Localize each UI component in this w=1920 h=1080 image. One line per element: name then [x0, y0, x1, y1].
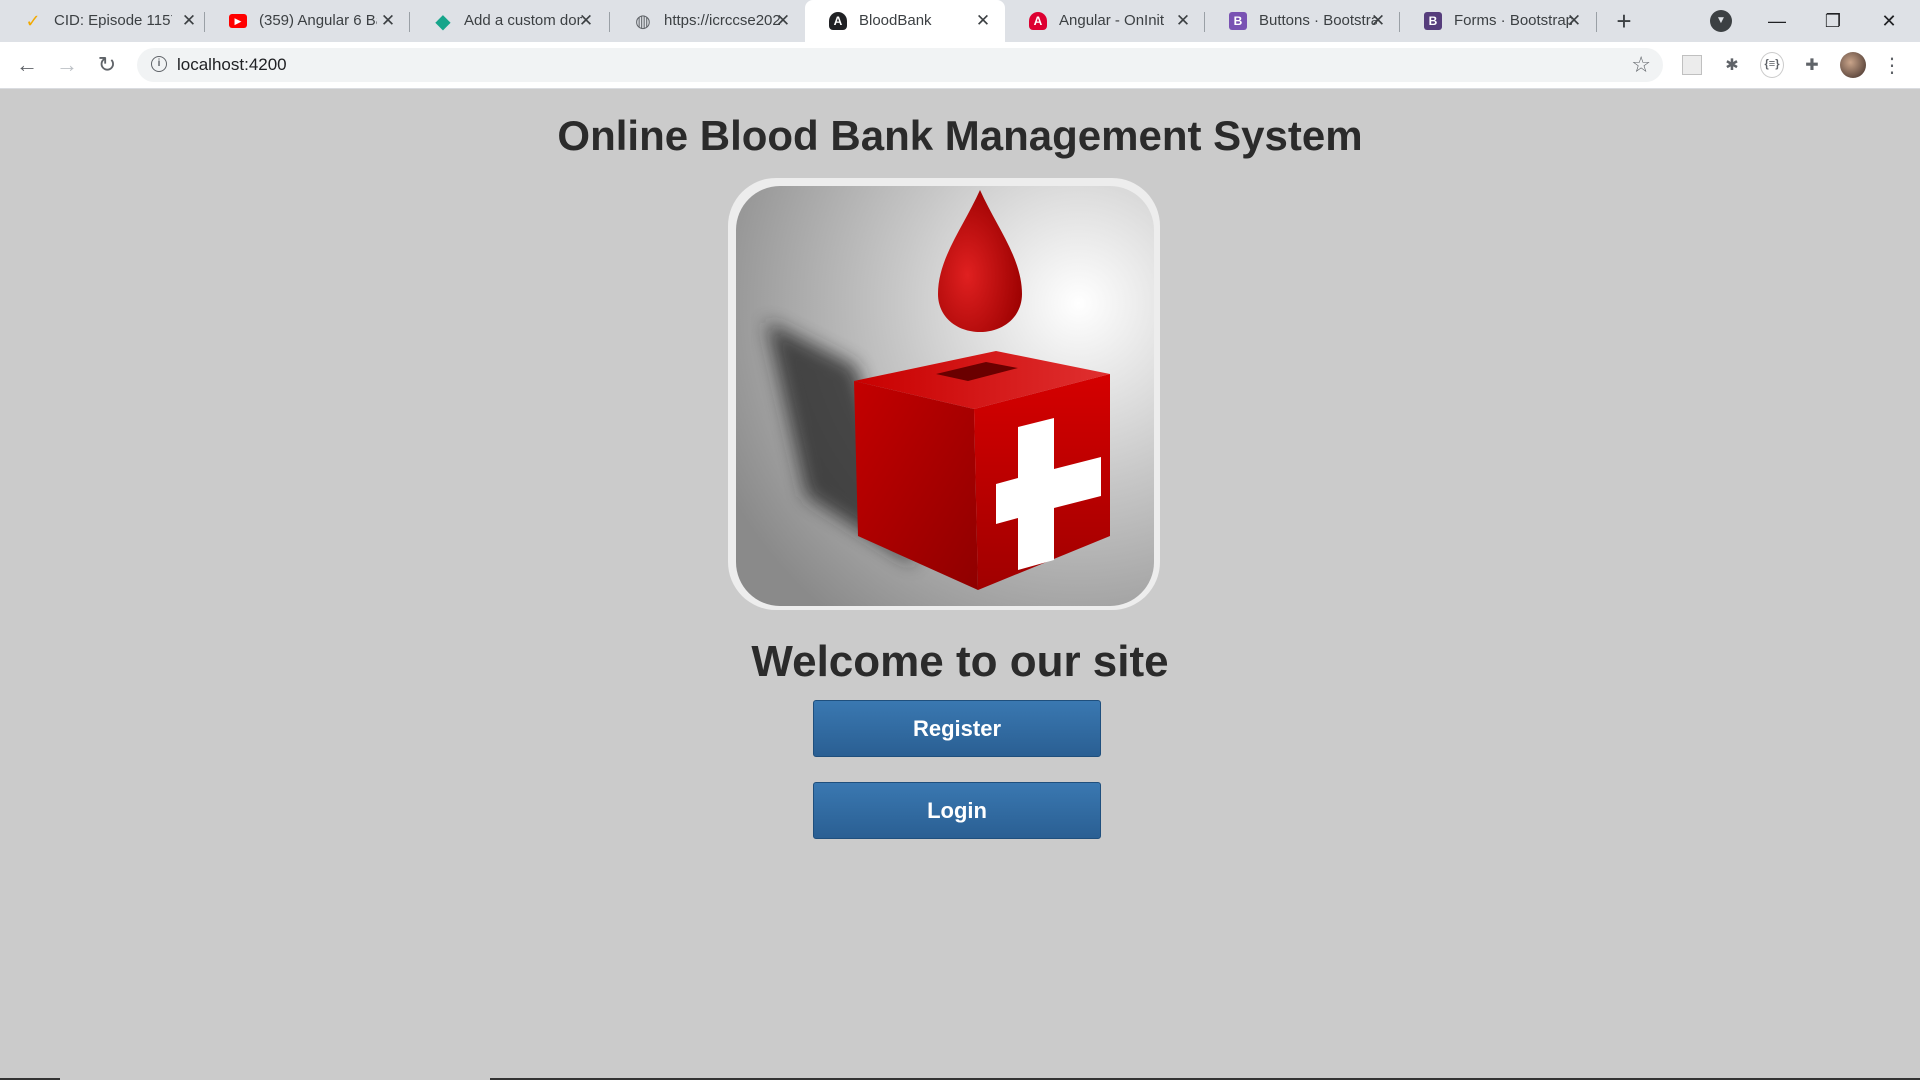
browser-toolbar: ← → ↻ i localhost:4200 ☆ ✱ {≡} ✚ ⋮: [0, 42, 1920, 89]
close-icon[interactable]: ✕: [377, 10, 399, 32]
bootstrap-icon: B: [1424, 12, 1442, 30]
page-title: Online Blood Bank Management System: [557, 112, 1363, 159]
extension-blank-icon[interactable]: [1680, 53, 1704, 77]
close-icon[interactable]: ✕: [772, 10, 794, 32]
address-url[interactable]: localhost:4200: [177, 48, 287, 82]
tab-title: (359) Angular 6 Bas: [259, 12, 377, 29]
new-tab-button[interactable]: +: [1610, 8, 1638, 36]
tab-title: Buttons · Bootstrap: [1259, 12, 1377, 29]
close-icon[interactable]: ✕: [1367, 10, 1389, 32]
blood-bank-logo: [728, 178, 1160, 610]
profile-avatar[interactable]: [1840, 52, 1866, 78]
youtube-icon: ▶: [229, 14, 247, 28]
login-button[interactable]: Login: [813, 782, 1101, 839]
bookmark-star-icon[interactable]: ☆: [1631, 52, 1651, 78]
tab-search-icon[interactable]: ▼: [1710, 10, 1732, 32]
register-button[interactable]: Register: [813, 700, 1101, 757]
angular-icon: A: [829, 12, 847, 30]
extensions-puzzle-icon[interactable]: ✚: [1800, 53, 1824, 77]
tab-custom-domain[interactable]: ◆ Add a custom doma ✕: [410, 0, 610, 42]
tab-title: BloodBank: [859, 12, 932, 29]
close-icon[interactable]: ✕: [1172, 10, 1194, 32]
tab-icrccse[interactable]: ◍ https://icrccse2021 ✕: [610, 0, 805, 42]
tab-bloodbank[interactable]: A BloodBank ✕: [805, 0, 1005, 42]
address-bar[interactable]: i localhost:4200 ☆: [137, 48, 1663, 82]
menu-dots-icon[interactable]: ⋮: [1880, 53, 1904, 77]
bootstrap-icon: B: [1229, 12, 1247, 30]
reload-icon[interactable]: ↻: [93, 51, 121, 79]
close-icon[interactable]: ✕: [178, 10, 200, 32]
minimize-icon[interactable]: —: [1750, 0, 1804, 42]
tab-strip: ✓ CID: Episode 1157 ✕ ▶ (359) Angular 6 …: [0, 0, 1920, 42]
tab-bootstrap-buttons[interactable]: B Buttons · Bootstrap ✕: [1205, 0, 1400, 42]
tab-title: Forms · Bootstrap: [1454, 12, 1572, 29]
tab-title: Add a custom doma: [464, 12, 582, 29]
diamond-icon: ◆: [435, 10, 451, 33]
tab-cid-episode[interactable]: ✓ CID: Episode 1157 ✕: [0, 0, 205, 42]
welcome-heading: Welcome to our site: [751, 637, 1169, 686]
tab-title: CID: Episode 1157: [54, 12, 172, 29]
close-icon[interactable]: ✕: [1563, 10, 1585, 32]
restore-icon[interactable]: ❐: [1806, 0, 1860, 42]
tab-separator: [1596, 12, 1597, 32]
tab-angular-oninit[interactable]: A Angular - OnInit ✕: [1005, 0, 1205, 42]
tab-angular-youtube[interactable]: ▶ (359) Angular 6 Bas ✕: [205, 0, 410, 42]
tab-bootstrap-forms[interactable]: B Forms · Bootstrap ✕: [1400, 0, 1597, 42]
vlc-cone-icon: ✓: [25, 10, 41, 31]
bug-extension-icon[interactable]: ✱: [1720, 53, 1744, 77]
close-icon[interactable]: ✕: [972, 10, 994, 32]
tab-title: https://icrccse2021: [664, 12, 782, 29]
tab-title: Angular - OnInit: [1059, 12, 1165, 29]
close-icon[interactable]: ✕: [575, 10, 597, 32]
site-info-icon[interactable]: i: [151, 56, 167, 72]
back-icon[interactable]: ←: [13, 51, 41, 79]
json-extension-icon[interactable]: {≡}: [1760, 52, 1784, 78]
close-window-icon[interactable]: ✕: [1862, 0, 1916, 42]
forward-icon[interactable]: →: [53, 51, 81, 79]
angular-icon: A: [1029, 12, 1047, 30]
globe-icon: ◍: [635, 10, 651, 31]
